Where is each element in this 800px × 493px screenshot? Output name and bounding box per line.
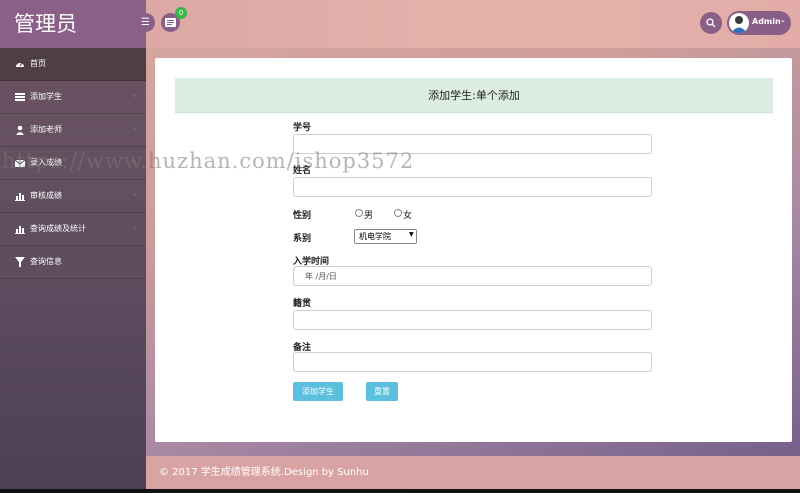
sidebar-item-label: 审核成绩 [30, 191, 62, 200]
sidebar-item-review-scores[interactable]: 审核成绩 › [0, 180, 146, 213]
sidebar-item-query-stats[interactable]: 查询成绩及统计 › [0, 213, 146, 246]
content-panel: 添加学生:单个添加 学号 姓名 性别 男 女 系别 机电学院 ▼ 入学时间 年 … [155, 58, 792, 442]
list-icon [15, 93, 25, 101]
brand-title: 管理员 [0, 0, 146, 48]
sidebar-item-query-info[interactable]: 查询信息 [0, 246, 146, 279]
footer: © 2017 学生成绩管理系统.Design by Sunhu [146, 456, 800, 490]
menu-toggle-button[interactable]: ☰ [136, 13, 155, 32]
message-count-badge: 0 [175, 7, 187, 19]
dropdown-arrow-icon: ▼ [409, 231, 414, 238]
reset-button[interactable]: 重置 [366, 382, 398, 401]
chevron-right-icon: › [133, 223, 137, 232]
sidebar-item-add-student[interactable]: 添加学生 › [0, 81, 146, 114]
user-icon [16, 125, 24, 135]
student-id-label: 学号 [293, 123, 312, 133]
native-place-input[interactable] [293, 310, 652, 330]
department-select[interactable]: 机电学院 ▼ [354, 229, 417, 244]
sidebar-item-label: 首页 [30, 59, 46, 68]
department-label: 系别 [293, 234, 312, 244]
watermark-text: https://www.huzhan.com/ishop3572 [2, 149, 415, 173]
gender-female-radio[interactable] [394, 209, 402, 217]
chevron-down-icon: ⌄ [780, 16, 786, 24]
user-menu[interactable]: Admin ⌄ [727, 11, 791, 35]
remark-input[interactable] [293, 352, 652, 372]
user-avatar [729, 13, 749, 33]
bar-chart-icon [15, 226, 25, 234]
card-title: 添加学生:单个添加 [175, 78, 773, 113]
dashboard-icon [16, 62, 24, 67]
chevron-right-icon: › [133, 124, 137, 133]
enroll-date-input[interactable]: 年 /月/日 [293, 266, 652, 286]
sidebar-item-label: 查询成绩及统计 [30, 224, 86, 233]
menu-toggle-icon: ☰ [141, 17, 150, 28]
bar-chart-icon [15, 193, 25, 201]
native-place-label: 籍贯 [293, 299, 312, 309]
filter-icon [15, 257, 25, 267]
add-student-button[interactable]: 添加学生 [293, 382, 343, 401]
sidebar-item-home[interactable]: 首页 [0, 48, 146, 81]
enroll-date-placeholder: 年 /月/日 [305, 272, 337, 281]
user-name: Admin [752, 17, 781, 26]
sidebar-item-label: 添加老师 [30, 125, 62, 134]
gender-label: 性别 [293, 211, 312, 221]
sidebar-item-label: 添加学生 [30, 92, 62, 101]
sidebar: 首页 添加学生 › 添加老师 › 录入成绩 › 审核成绩 › 查询成绩及统计 ›… [0, 48, 146, 493]
bottom-strip [0, 489, 800, 493]
chevron-right-icon: › [133, 190, 137, 199]
name-input[interactable] [293, 177, 652, 197]
chevron-right-icon: › [133, 91, 137, 100]
message-icon [165, 18, 176, 27]
search-icon [706, 18, 716, 28]
department-value: 机电学院 [359, 232, 391, 241]
sidebar-item-label: 查询信息 [30, 257, 62, 266]
search-button[interactable] [700, 12, 722, 34]
gender-male-label: 男 [364, 211, 374, 221]
add-student-card: 添加学生:单个添加 学号 姓名 性别 男 女 系别 机电学院 ▼ 入学时间 年 … [175, 78, 773, 411]
gender-female-label: 女 [403, 211, 413, 221]
sidebar-item-add-teacher[interactable]: 添加老师 › [0, 114, 146, 147]
gender-male-radio[interactable] [355, 209, 363, 217]
